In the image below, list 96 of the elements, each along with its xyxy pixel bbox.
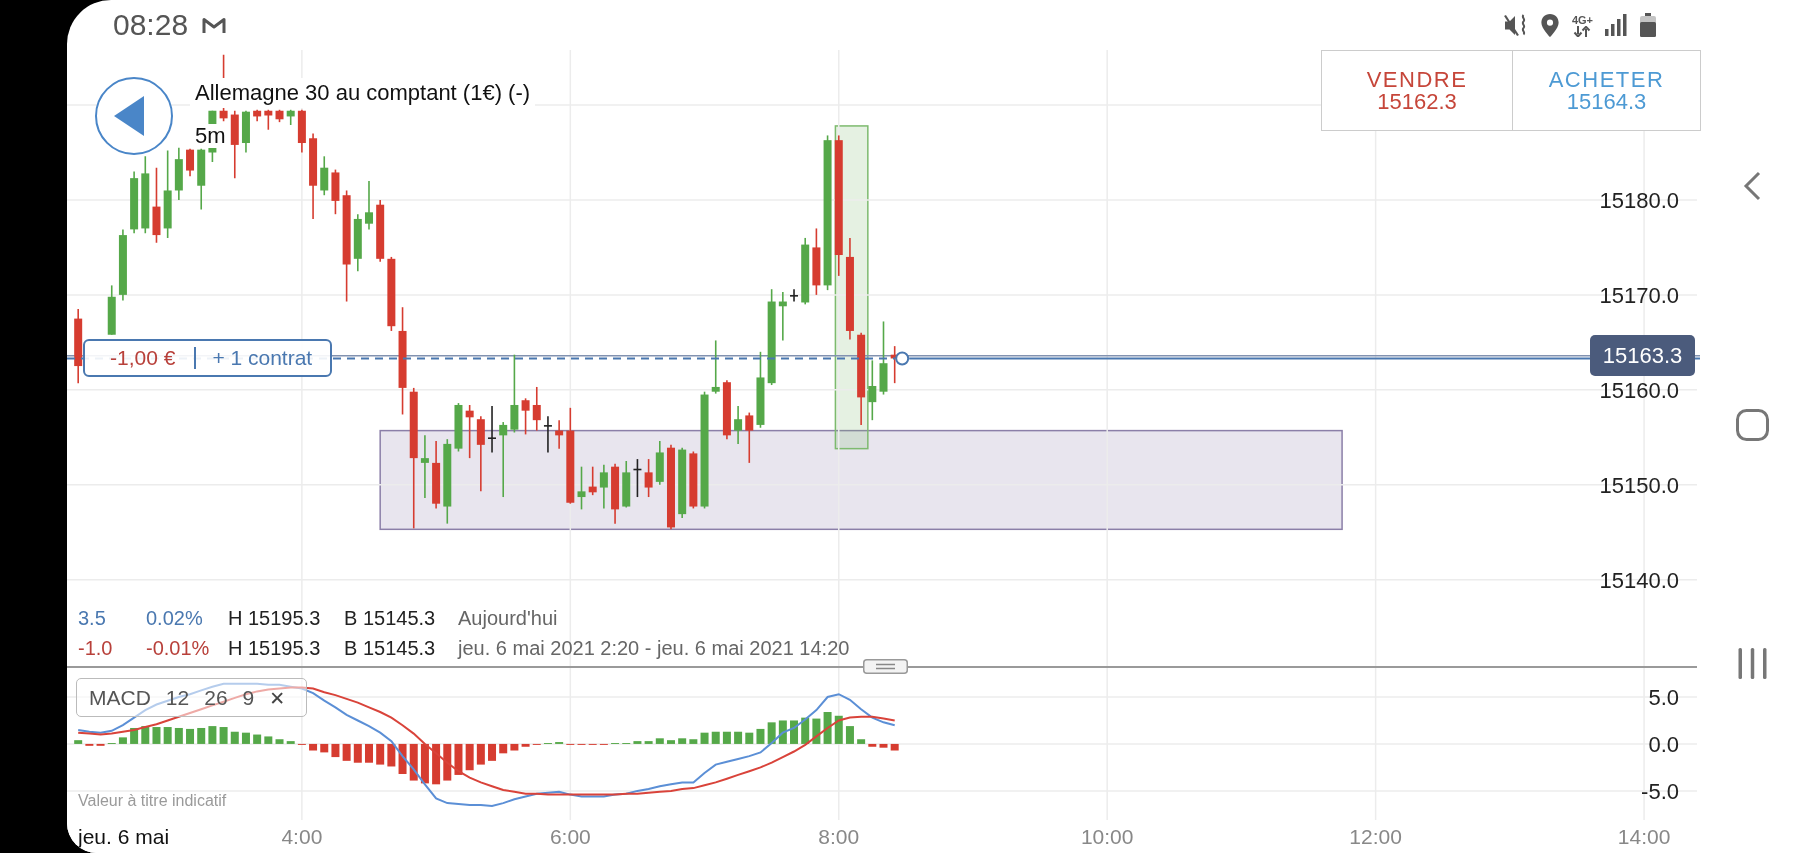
high-value: H 15195.3 (228, 636, 322, 661)
rising-candle (734, 405, 743, 445)
doji-candle (632, 458, 643, 498)
time-axis-label: 8:00 (818, 825, 860, 848)
doji-candle (487, 405, 497, 454)
remove-indicator-button[interactable]: ✕ (269, 686, 286, 709)
falling-candle (532, 386, 541, 432)
indicator-axis-label: 5.0 (1648, 685, 1679, 710)
indicator-axis-label: 0.0 (1648, 731, 1679, 757)
time-axis-label: 12:00 (1349, 825, 1402, 848)
indicator-parameter: 12 (165, 685, 190, 710)
falling-candle (745, 411, 754, 464)
falling-candle (465, 404, 474, 459)
falling-candle (264, 109, 273, 131)
price-axis-label: 15160.0 (1599, 377, 1679, 403)
rising-candle (599, 463, 608, 510)
sell-button[interactable]: VENDRE 15162.3 (1321, 50, 1513, 131)
high-value: H 15195.3 (228, 606, 322, 631)
rising-candle (801, 237, 810, 306)
doji-candle (543, 415, 553, 454)
falling-candle (331, 168, 340, 215)
rising-candle (365, 180, 373, 231)
rising-candle (577, 465, 586, 511)
change-percent: -0.01% (146, 636, 211, 661)
falling-candle (521, 397, 530, 436)
price-axis-label: 15150.0 (1599, 472, 1679, 498)
doji-candle (789, 288, 799, 303)
falling-candle (297, 109, 306, 154)
rising-candle (320, 155, 329, 196)
falling-candle (722, 379, 731, 440)
rising-candle (454, 402, 463, 453)
zone-rectangle[interactable] (379, 429, 1343, 531)
buy-button[interactable]: ACHETER 15164.3 (1513, 50, 1701, 131)
rising-candle (107, 284, 116, 336)
rising-candle (241, 109, 250, 154)
time-axis-label: 14:00 (1617, 825, 1671, 848)
falling-candle (644, 458, 653, 498)
falling-candle (432, 440, 441, 510)
contract-size: + 1 contrat (212, 346, 313, 371)
rising-candle (655, 440, 664, 486)
time-axis-label: 4:00 (281, 825, 323, 848)
position-tag[interactable]: -1,00 € + 1 contrat (83, 339, 333, 378)
mail-icon (202, 16, 227, 34)
rising-candle (286, 109, 295, 126)
rising-candle (711, 339, 720, 395)
instrument-title: Allemagne 30 au comptant (1€) (-) (190, 78, 536, 108)
current-price-tag: 15163.3 (1590, 335, 1695, 377)
falling-candle (588, 465, 597, 496)
data-arrows-icon (1573, 25, 1592, 37)
profit-loss-value: -1,00 € (110, 346, 176, 371)
rising-candle (130, 170, 139, 234)
battery-icon (1639, 13, 1657, 37)
falling-candle (812, 227, 821, 296)
rising-candle (197, 147, 206, 211)
home-icon[interactable] (1735, 409, 1769, 441)
rising-candle (353, 213, 362, 272)
network-type: 4G+ (1571, 13, 1593, 26)
change-value: -1.0 (78, 636, 114, 661)
signal-icon (1605, 14, 1627, 36)
price-axis-label: 15140.0 (1599, 567, 1679, 593)
rising-candle (420, 434, 429, 499)
status-time: 08:28 (113, 8, 189, 42)
falling-candle (230, 109, 239, 179)
indicator-parameter: 26 (204, 685, 228, 710)
time-axis-label: 6:00 (549, 825, 591, 848)
low-value: B 15145.3 (344, 636, 437, 661)
indicator-name: MACD (89, 685, 151, 710)
falling-candle (611, 463, 620, 525)
indicator-axis-label: -5.0 (1641, 778, 1679, 804)
recent-apps-icon[interactable] (1737, 648, 1767, 679)
period-label: Aujourd'hui (458, 606, 559, 631)
falling-candle (689, 450, 698, 510)
nav-back-icon[interactable] (1742, 171, 1762, 201)
falling-candle (186, 147, 195, 178)
price-axis-label: 15170.0 (1599, 282, 1679, 308)
indicator-parameter: 9 (242, 685, 255, 710)
price-axis-label: 15180.0 (1599, 187, 1679, 213)
low-value: B 15145.3 (344, 606, 437, 631)
change-percent: 0.02% (146, 606, 204, 631)
resize-handle[interactable] (863, 659, 908, 674)
period-label: jeu. 6 mai 2021 2:20 - jeu. 6 mai 2021 14:20 (458, 636, 850, 661)
rising-candle (622, 460, 631, 509)
circle-marker-icon[interactable] (895, 351, 910, 366)
change-value: 3.5 (78, 606, 107, 631)
falling-candle (253, 109, 262, 122)
disclaimer-text: Valeur à titre indicatif (78, 791, 227, 811)
falling-candle (275, 109, 284, 123)
muted-speaker-icon (1503, 13, 1528, 37)
falling-candle (555, 419, 564, 450)
rising-candle (778, 291, 787, 342)
rising-candle (174, 146, 183, 201)
rising-candle (868, 359, 877, 421)
location-icon (1539, 13, 1560, 37)
falling-candle (376, 199, 385, 263)
time-axis-label: 10:00 (1080, 825, 1134, 848)
back-icon (114, 96, 144, 136)
